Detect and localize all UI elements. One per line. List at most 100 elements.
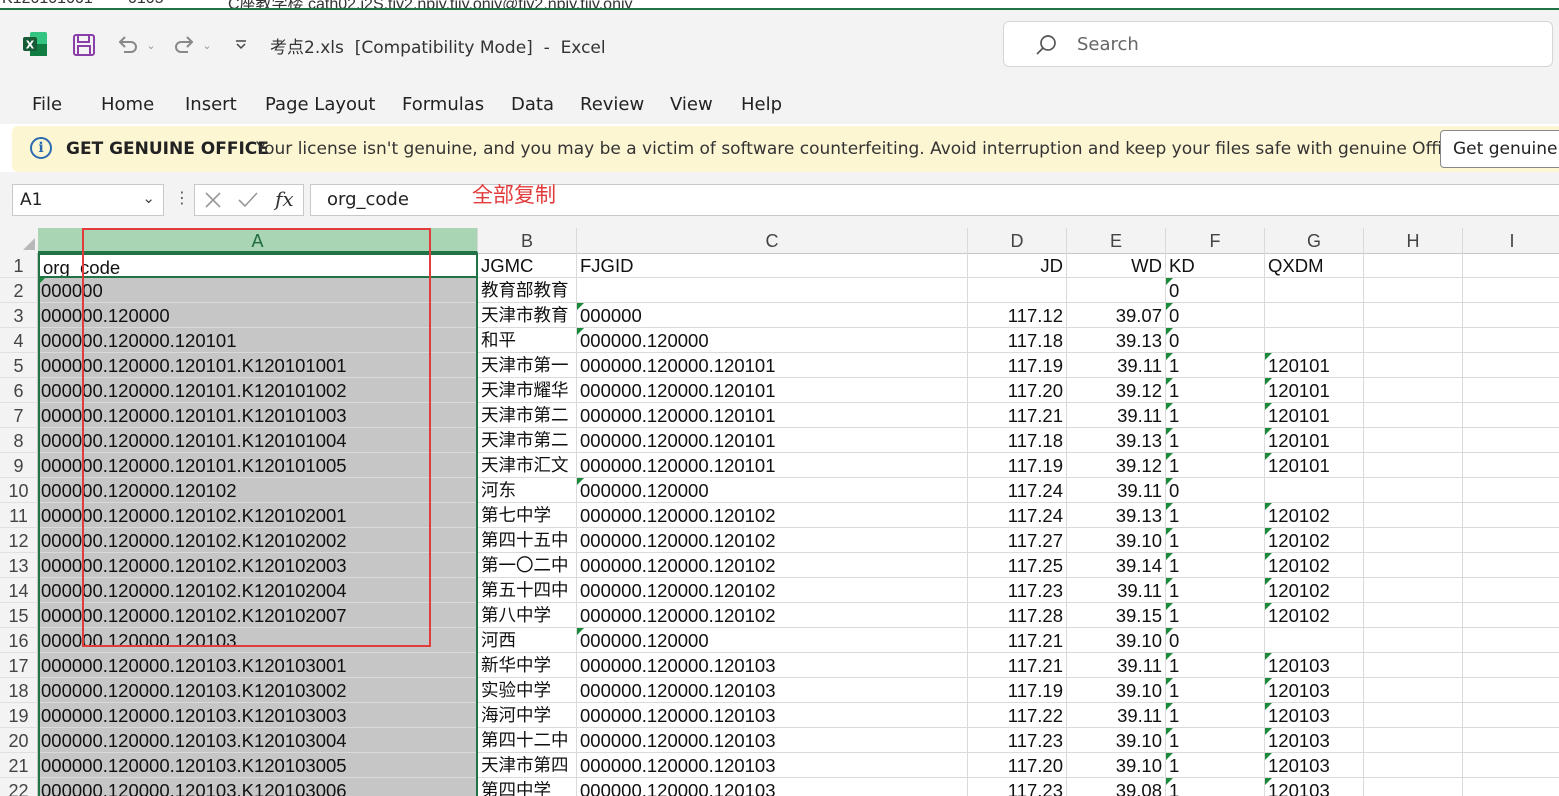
cell-c[interactable]: 000000.120000.120103 [577,728,968,753]
cell-c[interactable]: 000000.120000.120103 [577,703,968,728]
cell-e[interactable]: 39.11 [1067,578,1166,603]
cell-g[interactable]: 120102 [1265,503,1364,528]
cell-b[interactable]: 天津市耀华 [478,378,577,403]
cell-i[interactable] [1463,628,1559,653]
cell-i[interactable] [1463,278,1559,303]
cell-f[interactable]: 1 [1166,403,1265,428]
save-icon[interactable] [70,32,98,58]
row-header[interactable]: 5 [0,353,38,378]
cell-g[interactable]: 120101 [1265,378,1364,403]
cell-f[interactable]: 1 [1166,653,1265,678]
cell-c[interactable]: 000000.120000.120101 [577,428,968,453]
cell-c[interactable]: 000000.120000.120103 [577,778,968,796]
cell-e[interactable]: WD [1067,253,1166,278]
cell-b[interactable]: 第一〇二中 [478,553,577,578]
cell-e[interactable]: 39.10 [1067,678,1166,703]
cell-e[interactable]: 39.11 [1067,478,1166,503]
cell-a[interactable]: 000000.120000.120103.K120103006 [38,778,478,796]
cell-a[interactable]: 000000.120000.120101.K120101002 [38,378,478,403]
cell-d[interactable]: 117.23 [968,778,1067,796]
cell-a[interactable]: 000000.120000.120101.K120101004 [38,428,478,453]
cell-e[interactable]: 39.11 [1067,403,1166,428]
cell-a[interactable]: 000000.120000.120102 [38,478,478,503]
cell-f[interactable]: 1 [1166,728,1265,753]
cell-e[interactable]: 39.07 [1067,303,1166,328]
cell-i[interactable] [1463,378,1559,403]
cell-e[interactable]: 39.11 [1067,653,1166,678]
cell-a[interactable]: 000000.120000.120101.K120101005 [38,453,478,478]
row-header[interactable]: 17 [0,653,38,678]
get-genuine-office-button[interactable]: Get genuine Of [1440,130,1559,168]
cell-a[interactable]: 000000.120000.120103.K120103005 [38,753,478,778]
cell-h[interactable] [1364,528,1463,553]
cell-b[interactable]: 第七中学 [478,503,577,528]
cell-b[interactable]: 和平 [478,328,577,353]
cell-g[interactable]: 120103 [1265,678,1364,703]
cell-c[interactable]: 000000.120000.120102 [577,603,968,628]
cell-c[interactable]: 000000.120000 [577,628,968,653]
column-header-d[interactable]: D [968,228,1067,253]
cell-g[interactable]: QXDM [1265,253,1364,278]
cell-h[interactable] [1364,628,1463,653]
tab-file[interactable]: File [32,94,62,115]
tab-formulas[interactable]: Formulas [402,94,484,115]
cell-i[interactable] [1463,478,1559,503]
column-header-f[interactable]: F [1166,228,1265,253]
cell-c[interactable]: 000000.120000.120102 [577,528,968,553]
cell-g[interactable]: 120102 [1265,578,1364,603]
cell-e[interactable]: 39.15 [1067,603,1166,628]
cell-d[interactable]: 117.24 [968,503,1067,528]
cell-i[interactable] [1463,453,1559,478]
cell-d[interactable]: 117.19 [968,353,1067,378]
row-header[interactable]: 20 [0,728,38,753]
row-header[interactable]: 8 [0,428,38,453]
cell-i[interactable] [1463,328,1559,353]
cell-h[interactable] [1364,353,1463,378]
undo-dropdown-chevron-icon[interactable]: ⌄ [144,32,158,58]
cell-e[interactable]: 39.13 [1067,503,1166,528]
cell-i[interactable] [1463,503,1559,528]
cell-d[interactable]: 117.23 [968,578,1067,603]
cell-i[interactable] [1463,428,1559,453]
cell-g[interactable]: 120101 [1265,453,1364,478]
tab-page-layout[interactable]: Page Layout [265,94,376,115]
cell-i[interactable] [1463,353,1559,378]
row-header[interactable]: 18 [0,678,38,703]
cell-d[interactable]: 117.28 [968,603,1067,628]
cell-a[interactable]: 000000.120000.120102.K120102001 [38,503,478,528]
cell-f[interactable]: 1 [1166,453,1265,478]
row-header[interactable]: 6 [0,378,38,403]
row-header[interactable]: 3 [0,303,38,328]
cell-b[interactable]: 实验中学 [478,678,577,703]
cell-b[interactable]: 天津市第二 [478,403,577,428]
cell-b[interactable]: 海河中学 [478,703,577,728]
row-header[interactable]: 21 [0,753,38,778]
tab-data[interactable]: Data [511,94,554,115]
cell-h[interactable] [1364,328,1463,353]
cell-a[interactable]: 000000.120000.120103.K120103001 [38,653,478,678]
cell-g[interactable]: 120102 [1265,603,1364,628]
cell-h[interactable] [1364,603,1463,628]
cell-b[interactable]: JGMC [478,253,577,278]
cell-h[interactable] [1364,253,1463,278]
cell-b[interactable]: 教育部教育 [478,278,577,303]
cell-f[interactable]: 1 [1166,753,1265,778]
row-header[interactable]: 10 [0,478,38,503]
cell-b[interactable]: 河西 [478,628,577,653]
row-header[interactable]: 22 [0,778,38,796]
cell-a[interactable]: 000000.120000.120102.K120102007 [38,603,478,628]
redo-dropdown-chevron-icon[interactable]: ⌄ [200,32,214,58]
cell-d[interactable]: 117.20 [968,378,1067,403]
search-input[interactable]: Search [1003,21,1553,67]
cell-f[interactable]: 1 [1166,778,1265,796]
cell-i[interactable] [1463,403,1559,428]
cell-a[interactable]: 000000.120000.120102.K120102002 [38,528,478,553]
cell-g[interactable]: 120101 [1265,353,1364,378]
cell-c[interactable]: 000000.120000.120103 [577,653,968,678]
cell-b[interactable]: 第四十五中 [478,528,577,553]
cell-b[interactable]: 天津市第一 [478,353,577,378]
cell-d[interactable]: 117.21 [968,653,1067,678]
cell-h[interactable] [1364,478,1463,503]
insert-function-icon[interactable]: fx [275,187,294,211]
cell-h[interactable] [1364,678,1463,703]
